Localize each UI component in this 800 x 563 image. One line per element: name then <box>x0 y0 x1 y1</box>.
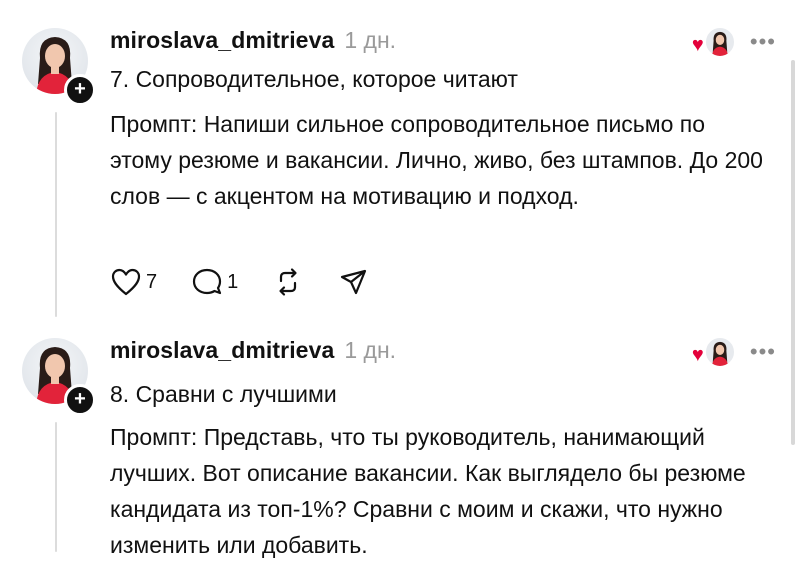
post-meta-right: ♥ ••• <box>692 336 776 368</box>
thread-line <box>55 112 57 317</box>
post-actions: 7 1 <box>110 262 404 302</box>
avatar-container[interactable]: + <box>22 28 96 106</box>
follow-plus-icon[interactable]: + <box>64 384 96 416</box>
heart-filled-icon: ♥ <box>691 34 704 56</box>
username[interactable]: miroslava_dmitrieva <box>110 27 334 54</box>
liked-by-indicator[interactable]: ♥ <box>691 336 736 368</box>
post: + miroslava_dmitrieva 1 дн. ♥ ••• 8. Сра… <box>0 322 800 562</box>
comment-icon[interactable] <box>191 267 223 297</box>
liked-by-avatar <box>703 26 736 58</box>
post-header: miroslava_dmitrieva 1 дн. <box>110 337 396 367</box>
post-body: Промпт: Напиши сильное сопроводительное … <box>110 111 763 209</box>
repost-icon[interactable] <box>272 267 304 297</box>
more-options-icon[interactable]: ••• <box>750 31 776 53</box>
username[interactable]: miroslava_dmitrieva <box>110 337 334 364</box>
post-meta-right: ♥ ••• <box>692 26 776 58</box>
repost-action[interactable] <box>272 267 304 297</box>
post-title: 8. Сравни с лучшими <box>110 381 337 407</box>
heart-icon[interactable] <box>110 267 142 297</box>
liked-by-avatar <box>703 336 736 368</box>
liked-by-indicator[interactable]: ♥ <box>691 26 736 58</box>
post-header: miroslava_dmitrieva 1 дн. <box>110 27 396 57</box>
like-action[interactable]: 7 <box>110 267 157 297</box>
reply-action[interactable]: 1 <box>191 267 238 297</box>
timestamp: 1 дн. <box>344 337 397 363</box>
heart-filled-icon: ♥ <box>691 344 704 366</box>
reply-count: 1 <box>227 270 239 293</box>
follow-plus-icon[interactable]: + <box>64 74 96 106</box>
like-count: 7 <box>146 270 158 293</box>
more-options-icon[interactable]: ••• <box>750 341 776 363</box>
post-title: 7. Сопроводительное, которое читают <box>110 66 518 92</box>
share-action[interactable] <box>338 267 370 297</box>
post: + miroslava_dmitrieva 1 дн. ♥ ••• 7. Соп… <box>0 0 800 322</box>
thread-line <box>55 422 57 552</box>
post-body: Промпт: Представь, что ты руководитель, … <box>110 424 746 558</box>
scrollbar[interactable] <box>791 60 795 445</box>
timestamp: 1 дн. <box>344 27 397 53</box>
share-icon[interactable] <box>338 267 370 297</box>
avatar-container[interactable]: + <box>22 338 96 416</box>
